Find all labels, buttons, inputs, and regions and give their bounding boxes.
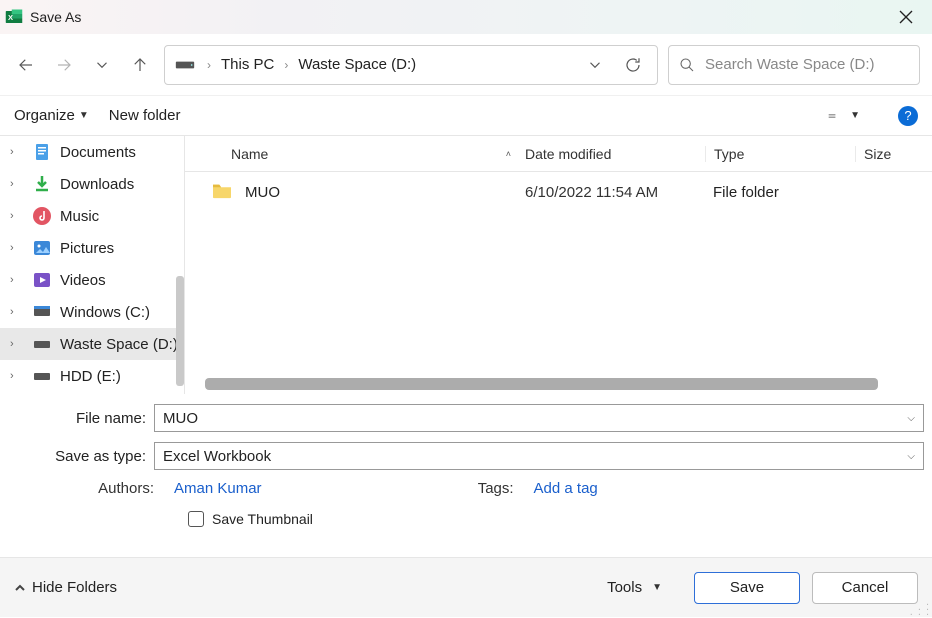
sidebar-item-pictures[interactable]: › Pictures xyxy=(0,232,184,264)
chevron-right-icon: › xyxy=(10,306,24,318)
tags-input[interactable]: Add a tag xyxy=(526,480,598,497)
search-icon xyxy=(679,57,695,73)
breadcrumb-segment[interactable]: Waste Space (D:) xyxy=(298,56,416,73)
organize-menu[interactable]: Organize▼ xyxy=(14,107,89,124)
file-name-label: File name: xyxy=(8,410,154,427)
new-folder-button[interactable]: New folder xyxy=(109,107,181,124)
help-button[interactable]: ? xyxy=(898,106,918,126)
chevron-right-icon: › xyxy=(10,242,24,254)
breadcrumb-segment[interactable]: This PC xyxy=(221,56,274,73)
tags-label: Tags: xyxy=(466,480,514,497)
horizontal-scrollbar[interactable] xyxy=(205,378,878,390)
file-date: 6/10/2022 11:54 AM xyxy=(525,184,705,201)
save-as-type-select[interactable]: Excel Workbook ⌵ xyxy=(154,442,924,470)
hide-folders-toggle[interactable]: Hide Folders xyxy=(14,579,117,596)
sidebar-item-documents[interactable]: › Documents xyxy=(0,136,184,168)
save-button[interactable]: Save xyxy=(694,572,800,604)
chevron-up-icon xyxy=(14,582,26,594)
search-input[interactable]: Search Waste Space (D:) xyxy=(668,45,920,85)
excel-app-icon: X xyxy=(4,7,24,27)
drive-icon xyxy=(32,366,52,386)
chevron-right-icon: › xyxy=(10,178,24,190)
addr-dropdown-button[interactable] xyxy=(581,51,609,79)
resize-grip[interactable]: .. .. . . xyxy=(910,600,930,615)
column-header-type[interactable]: Type xyxy=(705,146,855,162)
forward-button[interactable] xyxy=(50,51,78,79)
navigation-tree: › Documents › Downloads › Music › Pictur… xyxy=(0,136,185,394)
authors-label: Authors: xyxy=(68,480,154,497)
sidebar-item-label: Documents xyxy=(60,144,136,161)
sidebar-item-label: HDD (E:) xyxy=(60,368,121,385)
svg-text:X: X xyxy=(8,13,13,22)
download-icon xyxy=(32,174,52,194)
column-header-size[interactable]: Size xyxy=(855,146,932,162)
drive-icon xyxy=(32,302,52,322)
sidebar-item-drive-d[interactable]: › Waste Space (D:) xyxy=(0,328,184,360)
cancel-button[interactable]: Cancel xyxy=(812,572,918,604)
file-name: MUO xyxy=(245,184,280,201)
refresh-button[interactable] xyxy=(619,51,647,79)
drive-icon xyxy=(32,334,52,354)
up-button[interactable] xyxy=(126,51,154,79)
drive-icon xyxy=(175,58,197,72)
recent-locations-button[interactable] xyxy=(88,51,116,79)
view-options-button[interactable]: ▼ xyxy=(828,109,860,123)
pictures-icon xyxy=(32,238,52,258)
chevron-right-icon: › xyxy=(10,370,24,382)
music-icon xyxy=(32,206,52,226)
chevron-right-icon: › xyxy=(10,274,24,286)
save-as-type-label: Save as type: xyxy=(8,448,154,465)
back-button[interactable] xyxy=(12,51,40,79)
tools-menu[interactable]: Tools▼ xyxy=(607,579,662,596)
file-type: File folder xyxy=(705,184,855,201)
file-name-input[interactable]: MUO ⌵ xyxy=(154,404,924,432)
chevron-right-icon: › xyxy=(10,210,24,222)
close-button[interactable] xyxy=(886,0,926,34)
videos-icon xyxy=(32,270,52,290)
column-header-name[interactable]: Name˄ xyxy=(185,146,525,162)
dropdown-arrow-icon[interactable]: ⌵ xyxy=(907,413,915,424)
save-thumbnail-label: Save Thumbnail xyxy=(212,511,313,527)
address-bar[interactable]: › This PC › Waste Space (D:) xyxy=(164,45,658,85)
sidebar-item-label: Pictures xyxy=(60,240,114,257)
document-icon xyxy=(32,142,52,162)
chevron-right-icon: › xyxy=(10,146,24,158)
chevron-right-icon: › xyxy=(10,338,24,350)
chevron-right-icon: › xyxy=(284,58,288,72)
sidebar-scrollbar[interactable] xyxy=(176,276,184,386)
column-header-row: Name˄ Date modified Type Size xyxy=(185,136,932,172)
authors-value[interactable]: Aman Kumar xyxy=(166,480,262,497)
search-placeholder: Search Waste Space (D:) xyxy=(705,56,875,73)
file-row[interactable]: MUO 6/10/2022 11:54 AM File folder xyxy=(185,172,932,212)
folder-icon xyxy=(211,181,233,203)
chevron-right-icon: › xyxy=(207,58,211,72)
sidebar-item-label: Windows (C:) xyxy=(60,304,150,321)
save-thumbnail-checkbox[interactable] xyxy=(188,511,204,527)
sidebar-item-music[interactable]: › Music xyxy=(0,200,184,232)
sidebar-item-label: Videos xyxy=(60,272,106,289)
sidebar-item-videos[interactable]: › Videos xyxy=(0,264,184,296)
column-header-date[interactable]: Date modified xyxy=(525,146,705,162)
sort-asc-icon: ˄ xyxy=(506,149,511,159)
dropdown-arrow-icon[interactable]: ⌵ xyxy=(907,451,915,462)
sidebar-item-label: Music xyxy=(60,208,99,225)
window-title: Save As xyxy=(30,9,81,25)
sidebar-item-label: Downloads xyxy=(60,176,134,193)
sidebar-item-downloads[interactable]: › Downloads xyxy=(0,168,184,200)
sidebar-item-drive-c[interactable]: › Windows (C:) xyxy=(0,296,184,328)
sidebar-item-drive-e[interactable]: › HDD (E:) xyxy=(0,360,184,392)
sidebar-item-label: Waste Space (D:) xyxy=(60,336,178,353)
